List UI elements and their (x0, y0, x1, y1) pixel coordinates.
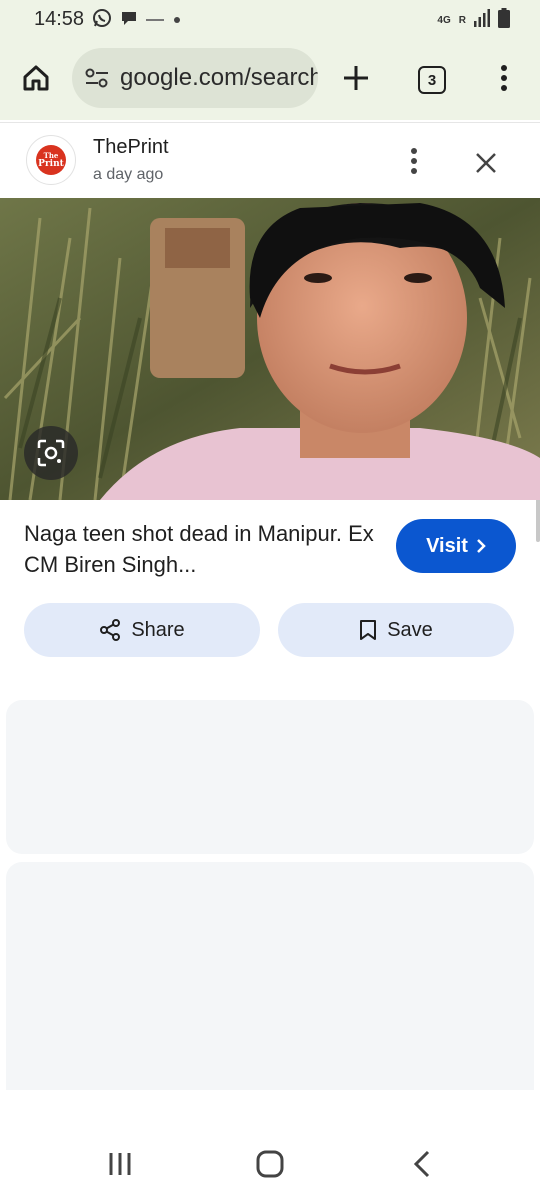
whatsapp-icon (92, 8, 112, 33)
notification-icon (146, 12, 164, 30)
loading-placeholder-card (6, 862, 534, 1090)
result-image[interactable] (0, 198, 540, 500)
save-label: Save (387, 618, 433, 641)
status-bar: 14:58 4G R (0, 0, 540, 38)
tab-count: 3 (427, 71, 437, 89)
site-settings-icon[interactable] (84, 66, 110, 95)
source-logo: The Print (26, 135, 76, 185)
dot-icon (172, 12, 182, 30)
status-time: 14:58 (34, 8, 85, 30)
notification-icons (92, 8, 182, 33)
share-button[interactable]: Share (24, 603, 260, 657)
home-circle-icon (256, 1150, 284, 1178)
save-button[interactable]: Save (278, 603, 514, 657)
theprint-logo-icon: The Print (36, 145, 66, 175)
more-vert-icon (501, 65, 507, 91)
battery-icon (498, 8, 510, 33)
roaming-indicator: R (458, 14, 466, 26)
new-tab-button[interactable] (336, 58, 376, 98)
system-nav-bar (0, 1126, 540, 1200)
visit-label: Visit (426, 534, 468, 557)
lens-button[interactable] (24, 426, 78, 480)
address-bar[interactable]: google.com/search (72, 48, 318, 108)
recents-button[interactable] (100, 1146, 140, 1182)
url-text: google.com/search (120, 64, 318, 91)
back-button[interactable] (402, 1146, 442, 1182)
signal-icon (474, 9, 490, 32)
source-more-button[interactable] (400, 145, 428, 177)
tab-switcher-button[interactable]: 3 (418, 66, 446, 94)
share-label: Share (131, 618, 185, 641)
result-title[interactable]: Naga teen shot dead in Manipur. Ex CM Bi… (24, 518, 374, 580)
system-status: 4G R (437, 8, 510, 33)
visit-button[interactable]: Visit (396, 519, 516, 573)
network-type: 4G (437, 14, 451, 26)
home-icon (23, 65, 49, 91)
source-header: The Print ThePrint a day ago (0, 122, 540, 198)
home-button[interactable] (16, 58, 56, 98)
google-lens-icon (37, 439, 65, 467)
close-button[interactable] (466, 143, 506, 183)
recents-icon (109, 1153, 131, 1175)
chat-icon (120, 9, 138, 32)
source-name: ThePrint (93, 136, 169, 158)
source-time: a day ago (93, 166, 164, 183)
bookmark-icon (360, 620, 377, 640)
home-nav-button[interactable] (250, 1146, 290, 1182)
share-icon (100, 619, 121, 641)
browser-menu-button[interactable] (486, 58, 522, 98)
plus-icon (344, 66, 368, 90)
chevron-right-icon (477, 539, 486, 553)
close-icon (476, 153, 496, 173)
back-chevron-icon (413, 1150, 430, 1178)
browser-toolbar: google.com/search 3 (0, 38, 540, 120)
loading-placeholder-card (6, 700, 534, 854)
more-vert-icon (411, 148, 417, 174)
